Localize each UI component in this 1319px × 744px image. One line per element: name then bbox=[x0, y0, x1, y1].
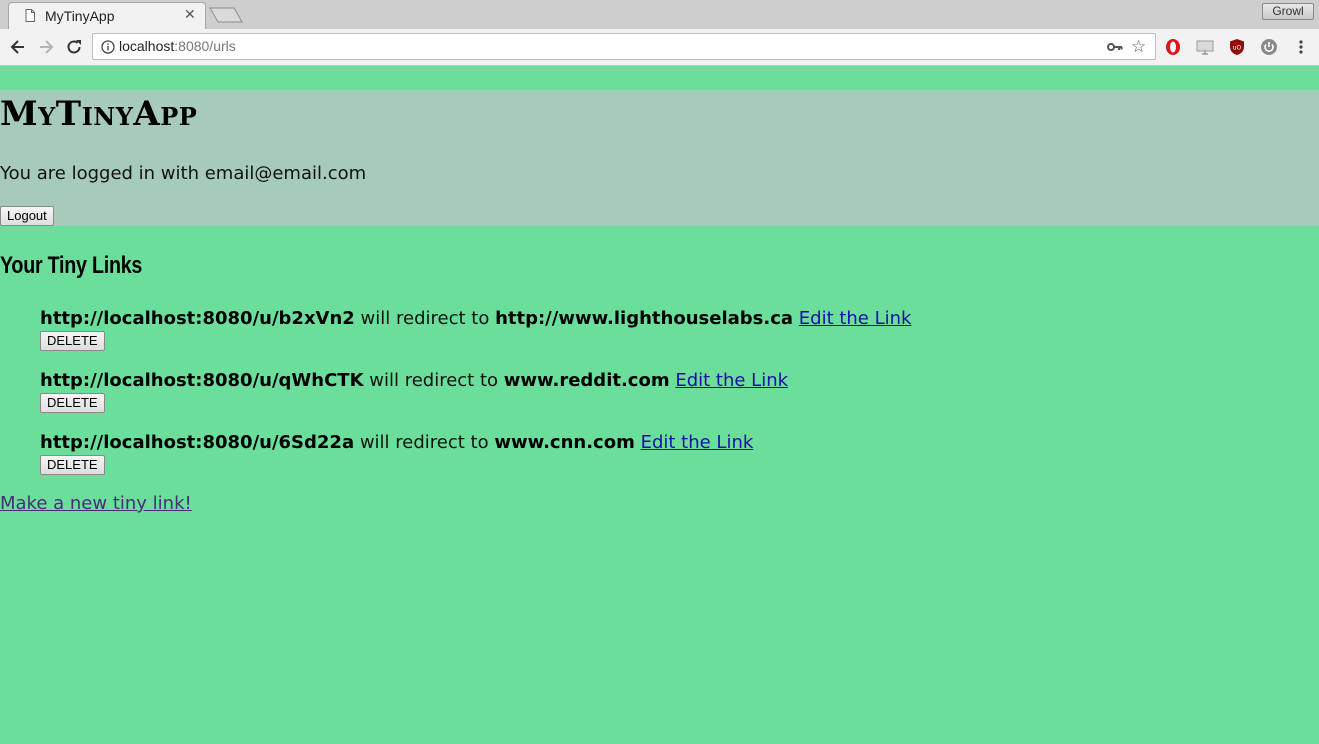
link-description: http://localhost:8080/u/6Sd22a will redi… bbox=[40, 432, 753, 453]
delete-button[interactable]: DELETE bbox=[40, 393, 105, 413]
app-brand: MyTinyApp bbox=[0, 94, 198, 134]
login-status: You are logged in with email@email.com bbox=[0, 163, 367, 184]
browser-toolbar: localhost:8080/urls ☆ uO bbox=[0, 29, 1319, 66]
link-description: http://localhost:8080/u/b2xVn2 will redi… bbox=[40, 308, 911, 329]
page-icon bbox=[25, 9, 35, 22]
edit-link[interactable]: Edit the Link bbox=[799, 308, 912, 329]
close-tab-icon[interactable]: ✕ bbox=[184, 7, 196, 23]
forward-icon[interactable] bbox=[36, 37, 56, 57]
new-tab-button[interactable] bbox=[209, 7, 243, 23]
svg-text:uO: uO bbox=[1233, 45, 1242, 52]
link-description: http://localhost:8080/u/qWhCTK will redi… bbox=[40, 370, 788, 391]
edit-link[interactable]: Edit the Link bbox=[641, 432, 754, 453]
delete-button[interactable]: DELETE bbox=[40, 455, 105, 475]
address-bar[interactable]: localhost:8080/urls ☆ bbox=[92, 33, 1156, 60]
redirect-text: will redirect to bbox=[354, 308, 496, 329]
list-item: http://localhost:8080/u/qWhCTK will redi… bbox=[40, 370, 1140, 420]
page-body: MyTinyApp You are logged in with email@e… bbox=[0, 66, 1319, 744]
info-icon[interactable] bbox=[101, 40, 115, 54]
power-extension-icon[interactable] bbox=[1260, 38, 1278, 56]
tab-title: MyTinyApp bbox=[45, 8, 115, 24]
tab-strip: MyTinyApp ✕ Growl bbox=[0, 0, 1319, 30]
opera-extension-icon[interactable] bbox=[1164, 38, 1182, 56]
redirect-text: will redirect to bbox=[363, 370, 504, 391]
growl-button[interactable]: Growl bbox=[1262, 3, 1314, 20]
short-url: http://localhost:8080/u/6Sd22a bbox=[40, 432, 355, 453]
long-url: www.cnn.com bbox=[494, 432, 635, 453]
screen-extension-icon[interactable] bbox=[1196, 38, 1214, 56]
menu-dots-icon[interactable] bbox=[1292, 38, 1310, 56]
bookmark-star-icon[interactable]: ☆ bbox=[1131, 37, 1146, 57]
browser-tab[interactable]: MyTinyApp ✕ bbox=[8, 2, 206, 30]
reload-icon[interactable] bbox=[64, 37, 84, 57]
url-text[interactable]: localhost:8080/urls bbox=[119, 38, 236, 54]
key-icon[interactable] bbox=[1107, 40, 1123, 54]
section-title: Your Tiny Links bbox=[0, 252, 143, 279]
list-item: http://localhost:8080/u/6Sd22a will redi… bbox=[40, 432, 1140, 482]
ublock-icon[interactable]: uO bbox=[1228, 38, 1246, 56]
redirect-text: will redirect to bbox=[354, 432, 495, 453]
new-link-link[interactable]: Make a new tiny link! bbox=[0, 493, 192, 514]
short-url: http://localhost:8080/u/qWhCTK bbox=[40, 370, 364, 391]
edit-link[interactable]: Edit the Link bbox=[675, 370, 788, 391]
long-url: http://www.lighthouselabs.ca bbox=[495, 308, 794, 329]
list-item: http://localhost:8080/u/b2xVn2 will redi… bbox=[40, 308, 1140, 358]
app-header: MyTinyApp You are logged in with email@e… bbox=[0, 90, 1319, 226]
delete-button[interactable]: DELETE bbox=[40, 331, 105, 351]
short-url: http://localhost:8080/u/b2xVn2 bbox=[40, 308, 355, 329]
back-icon[interactable] bbox=[8, 37, 28, 57]
long-url: www.reddit.com bbox=[503, 370, 670, 391]
logout-button[interactable]: Logout bbox=[0, 206, 54, 226]
